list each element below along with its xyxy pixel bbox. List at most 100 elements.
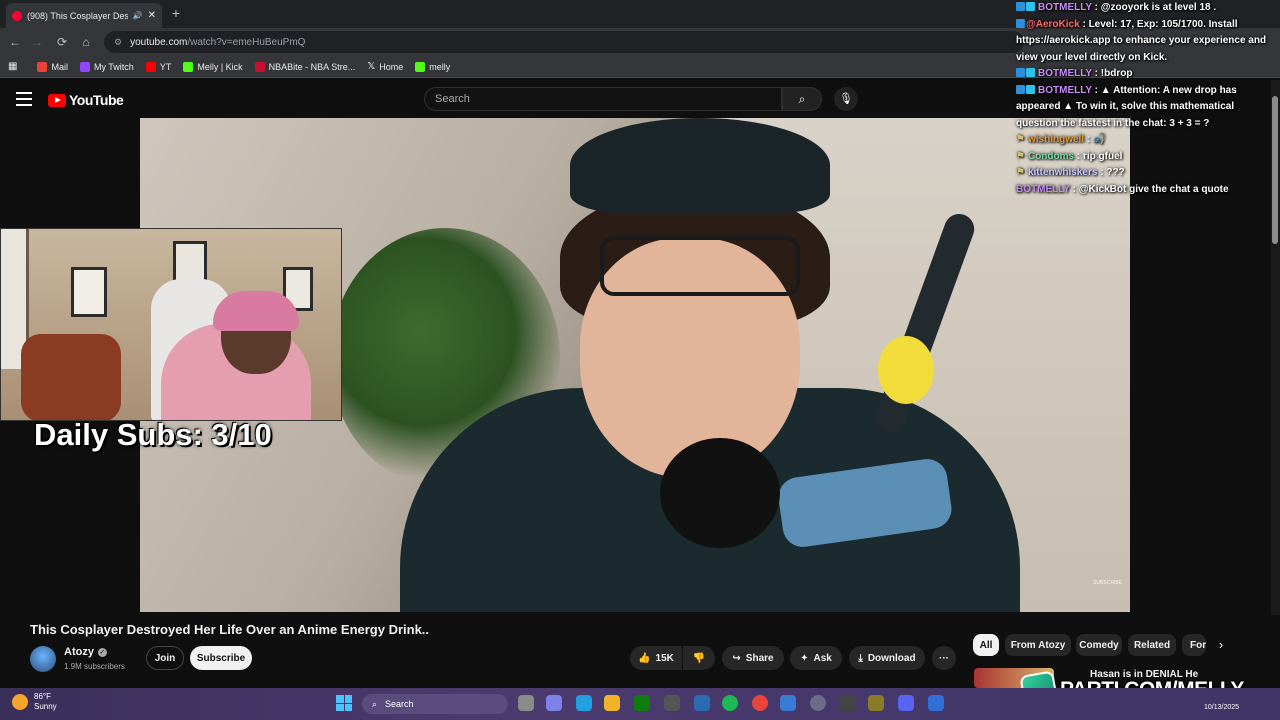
bookmark-home[interactable]: 𝕏 Home	[367, 61, 403, 72]
like-button[interactable]: 👍 15K	[630, 646, 682, 670]
chat-badge-icon	[1026, 2, 1035, 11]
copilot-icon[interactable]	[546, 695, 562, 711]
chat-badge-icon	[1016, 84, 1025, 94]
share-icon: ↪	[732, 652, 741, 664]
temperature: 86°F	[34, 692, 51, 701]
webcam-overlay	[0, 228, 342, 421]
channel-avatar[interactable]	[30, 646, 56, 672]
verified-icon: ✓	[97, 647, 107, 657]
search-icon[interactable]: ⌕	[782, 87, 822, 111]
chat-badge-icon: ⚑	[1016, 134, 1025, 145]
weather-condition: Sunny	[34, 702, 57, 711]
bookmark-yt[interactable]: YT	[145, 61, 171, 72]
download-button[interactable]: ⤓ Download	[849, 646, 925, 670]
taskbar-search[interactable]: ⌕ Search	[362, 694, 508, 714]
microphone-icon[interactable]: 🎙	[834, 87, 858, 111]
chat-message: ⚑ Condoms : rip gfuel	[1016, 150, 1123, 162]
bookmark-my-twitch[interactable]: My Twitch	[79, 61, 134, 72]
media-player-icon[interactable]	[810, 695, 826, 711]
scrollbar-thumb[interactable]	[1272, 96, 1278, 244]
search-icon: ⌕	[372, 698, 378, 709]
channel-name[interactable]: Atozy ✓	[64, 646, 107, 658]
chip-all[interactable]: All	[973, 634, 999, 656]
weather-widget[interactable]: 86°F Sunny	[12, 692, 57, 712]
menu-icon[interactable]	[16, 92, 32, 106]
chat-badge-icon	[1016, 68, 1025, 77]
tab-audio-icon[interactable]: 🔊	[133, 11, 143, 20]
chip-related[interactable]: Related	[1128, 634, 1176, 656]
chat-username: BOTMELLY	[1038, 84, 1092, 96]
bookmark-melly[interactable]: melly	[415, 61, 450, 72]
forward-button[interactable]: →	[28, 33, 46, 51]
app-icon[interactable]	[868, 695, 884, 711]
discord-icon[interactable]	[898, 695, 914, 711]
apps-grid-icon[interactable]: ▦	[8, 61, 17, 72]
youtube-favicon-icon	[12, 10, 22, 21]
browser-tab[interactable]: (908) This Cosplayer Destro 🔊 ✕	[6, 3, 162, 28]
chat-overlay: BOTMELLY : @zooyork is at level 18 . @Aer…	[1012, 0, 1274, 200]
back-button[interactable]: ←	[6, 33, 24, 51]
join-button[interactable]: Join	[146, 646, 184, 670]
video-title: This Cosplayer Destroyed Her Life Over a…	[30, 622, 430, 637]
terminal-icon[interactable]	[840, 695, 856, 711]
youtube-play-icon	[48, 93, 66, 107]
chat-message: ⚑ wishingwell : 🎣	[1016, 134, 1106, 145]
chat-text: ???	[1106, 167, 1125, 178]
video-mic-foam	[660, 438, 780, 548]
chat-badge-icon	[1016, 2, 1025, 11]
bookmark-melly-kick[interactable]: Melly | Kick	[183, 61, 243, 72]
chat-badge-icon	[1026, 84, 1035, 94]
chip-for-you[interactable]: For	[1182, 634, 1206, 656]
xbox-icon[interactable]	[634, 695, 650, 711]
bookmark-nbabite[interactable]: NBABite - NBA Stre...	[254, 61, 355, 72]
chat-badge-icon: ⚑	[1016, 167, 1025, 178]
photos-icon[interactable]	[780, 695, 796, 711]
chevron-right-icon[interactable]: ›	[1212, 636, 1230, 654]
gmail-icon	[37, 61, 48, 72]
taskbar-date[interactable]: 10/13/2025	[1204, 704, 1239, 711]
ask-button[interactable]: ✦ Ask	[790, 646, 842, 670]
subscriber-count: 1.9M subscribers	[64, 662, 125, 671]
site-info-icon[interactable]: ⚙	[114, 37, 122, 48]
webcam-sofa	[21, 334, 121, 420]
subscribe-button[interactable]: Subscribe	[190, 646, 252, 670]
share-button[interactable]: ↪ Share	[722, 646, 784, 670]
chip-from-atozy[interactable]: From Atozy	[1005, 634, 1071, 656]
sun-icon	[12, 694, 28, 710]
chat-text: !bdrop	[1100, 68, 1133, 79]
reload-button[interactable]: ⟳	[53, 33, 71, 51]
tab-close-icon[interactable]: ✕	[148, 10, 156, 21]
chat-message: ⚑ kittenwhiskers : ???	[1016, 167, 1125, 178]
task-view-icon[interactable]	[518, 695, 534, 711]
home-button[interactable]: ⌂	[77, 33, 95, 51]
address-bar[interactable]: ⚙ youtube.com/watch?v=emeHuBeuPmQ	[104, 31, 1024, 53]
video-subscribe-watermark: SUBSCRIBE	[1093, 580, 1122, 586]
chat-username: kittenwhiskers	[1027, 167, 1098, 178]
spotify-icon[interactable]	[722, 695, 738, 711]
more-actions-button[interactable]: ···	[932, 646, 956, 670]
new-tab-button[interactable]: +	[168, 5, 184, 21]
bookmark-mail[interactable]: Mail	[37, 61, 68, 72]
youtube-logo[interactable]: YouTube	[48, 92, 124, 108]
video-person-cap	[570, 118, 830, 213]
obs-icon[interactable]	[664, 695, 680, 711]
store-icon[interactable]	[694, 695, 710, 711]
chip-comedy[interactable]: Comedy	[1076, 634, 1122, 656]
tab-title: (908) This Cosplayer Destro	[27, 10, 128, 21]
chat-username: BOTMELLY	[1038, 2, 1092, 13]
chrome-icon[interactable]	[752, 695, 768, 711]
chat-text: @KickBot give the chat a quote	[1078, 183, 1229, 195]
kick-icon	[415, 61, 426, 72]
webcam-wall-frame	[71, 267, 107, 317]
thumbs-up-icon: 👍	[638, 652, 651, 664]
search-input[interactable]: Search	[424, 87, 782, 111]
app-icon[interactable]	[928, 695, 944, 711]
chat-badge-icon	[1026, 68, 1035, 77]
edge-icon[interactable]	[576, 695, 592, 711]
chat-message: BOTMELLY : @zooyork is at level 18 .	[1012, 0, 1274, 17]
windows-start-icon[interactable]	[336, 695, 352, 711]
dislike-button[interactable]: 👎	[683, 646, 715, 670]
url-path: /watch?v=emeHuBeuPmQ	[187, 36, 306, 48]
chat-username: BOTMELLY	[1016, 183, 1070, 195]
file-explorer-icon[interactable]	[604, 695, 620, 711]
